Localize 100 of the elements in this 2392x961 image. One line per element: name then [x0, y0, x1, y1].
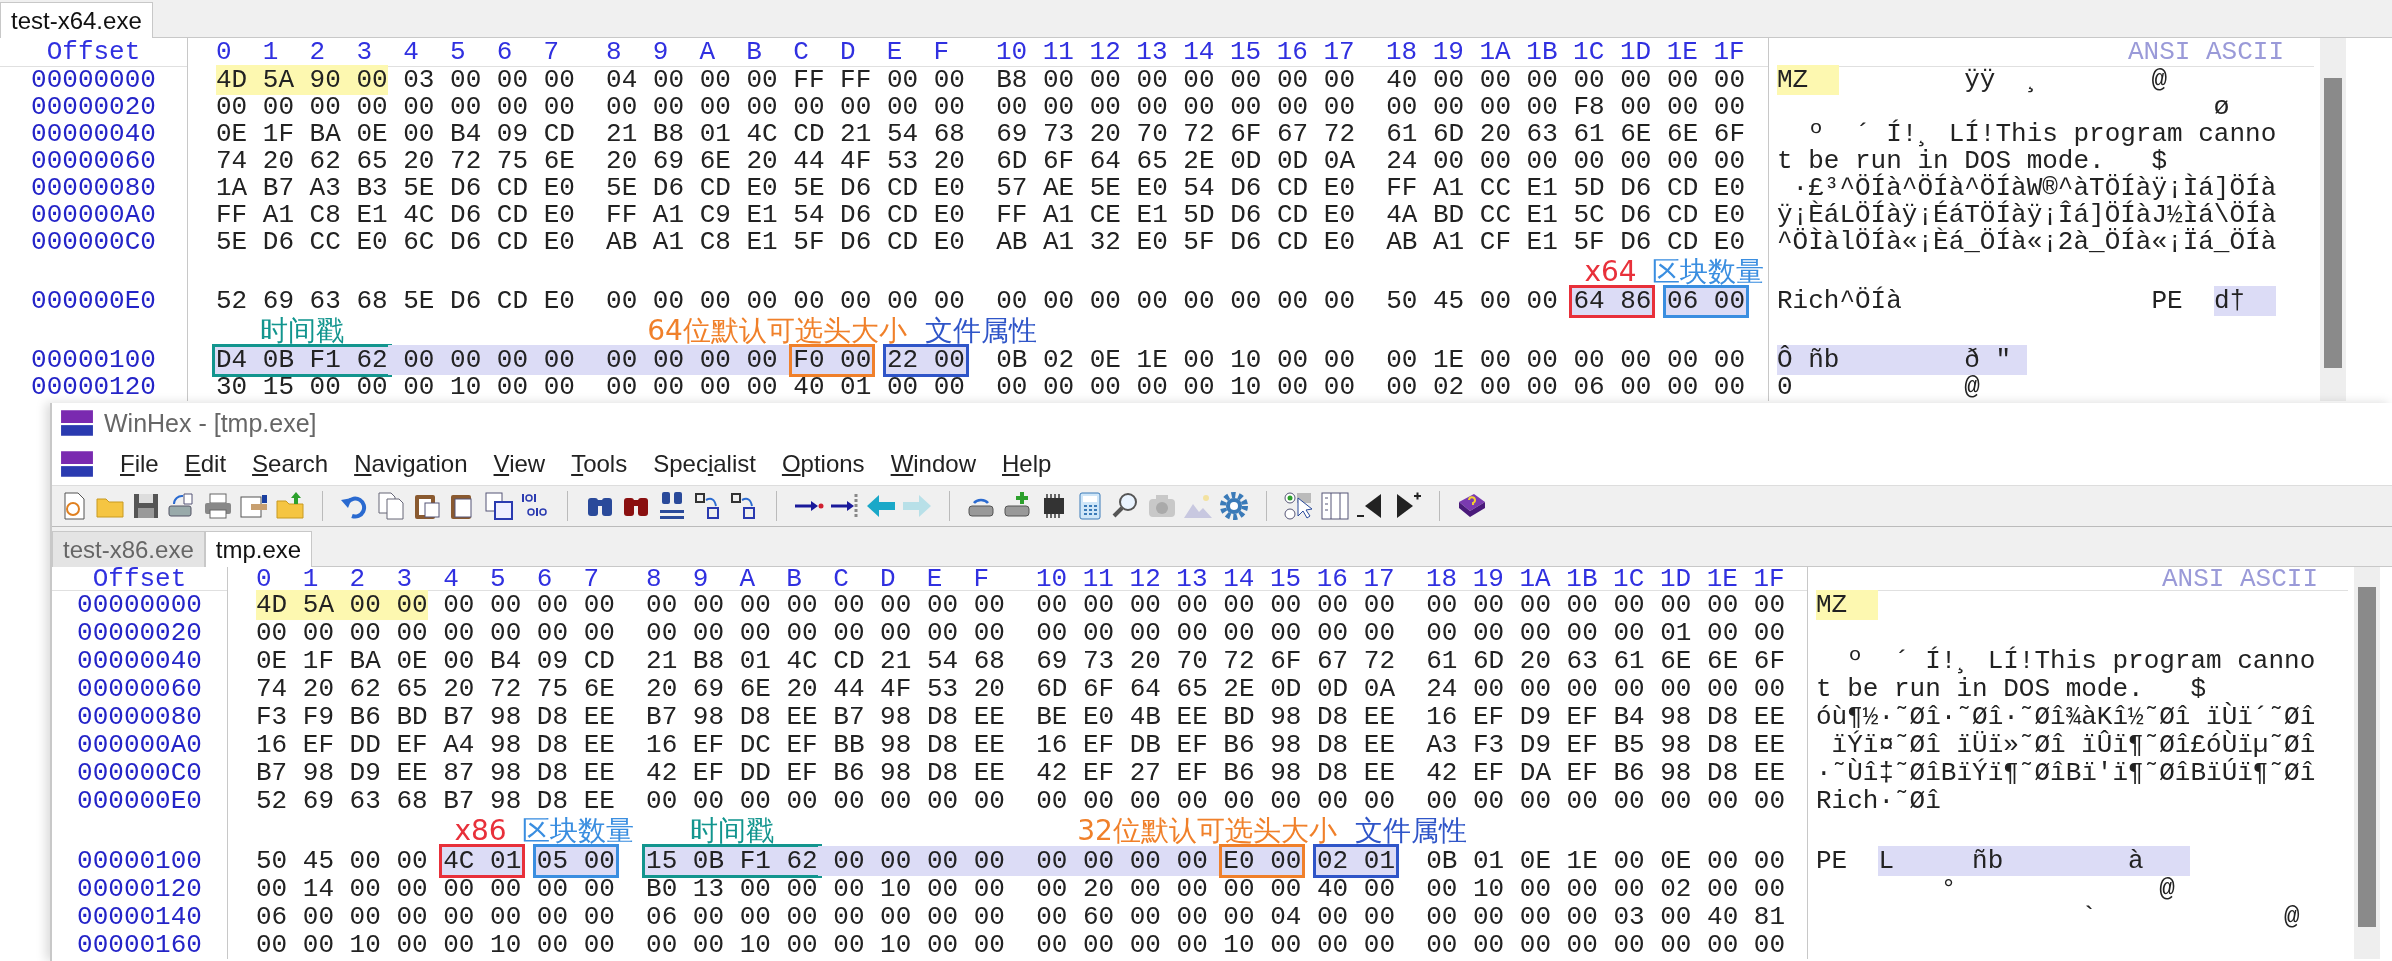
column-header: E	[926, 567, 944, 591]
file-tab[interactable]: tmp.exe	[204, 531, 313, 567]
column-header: 16	[1276, 38, 1309, 67]
menu-item[interactable]: Options	[781, 448, 865, 480]
hex-bytes: 1A B7 A3 B3 5E D6 CD E0 5E D6 CD E0 5E D6 CD E0 57 AE 5E E0 54 D6 CD E0 FF A1 CC E1 5D D6 CD E0	[216, 173, 1746, 203]
hex-bytes: FF A1 C8 E1 4C D6 CD E0 FF A1 C9 E1 54 D6 CD E0 FF A1 CE E1 5D D6 CD E0 4A BD CC E1 5C D6 CD E0	[216, 200, 1746, 230]
column-header: 0	[256, 567, 273, 591]
ascii-text: ^ÖÌàlÖÍà«¡Èá_ÖÍà«¡2à_ÖÍà«¡Ïá_ÖÍà	[1777, 227, 2277, 257]
file-tab[interactable]: test-x86.exe	[52, 531, 205, 567]
column-header: 1D	[1659, 567, 1693, 591]
column-header: 1E	[1706, 567, 1739, 591]
printer-icon[interactable]	[202, 490, 234, 522]
column-header: F	[933, 38, 951, 67]
column-header: 8	[605, 38, 623, 67]
highlighted-text: MZ	[1777, 65, 1840, 95]
settings-icon[interactable]	[1218, 490, 1250, 522]
highlighted-bytes: 4D 5A 90 00	[216, 65, 388, 95]
column-header: 9	[652, 38, 670, 67]
offset-label: 00000040	[77, 646, 202, 676]
scrollbar[interactable]	[2354, 567, 2380, 959]
menu-item[interactable]: File	[120, 448, 159, 480]
column-header: 5	[450, 38, 467, 67]
offset-label: 00000140	[77, 902, 202, 932]
column-header: 15	[1229, 38, 1263, 67]
column-header: 1F	[1713, 38, 1746, 67]
annotation-label: 时间戳	[688, 815, 775, 847]
column-header: 4	[443, 567, 460, 591]
hex-bytes: 0E 1F BA 0E 00 B4 09 CD 21 B8 01 4C CD 21 54 68 69 73 20 70 72 6F 67 72 61 6D 20 63 61 6E 6E 6F	[256, 646, 1786, 676]
menu-item[interactable]: Navigation	[354, 448, 468, 480]
column-header: 2	[309, 38, 327, 67]
column-header: C	[793, 38, 810, 67]
hex-bytes: 06 00 00 00 00 00 00 00 06 00 00 00 00 00 00 00 00 60 00 00 00 04 00 00 00 00 00 00 03 00 40 81	[256, 902, 1786, 932]
offset-label: 00000060	[31, 146, 156, 176]
column-header: 1F	[1753, 567, 1786, 591]
offset-label: 000000A0	[31, 200, 156, 230]
annotated-bytes: 4C 01	[439, 844, 526, 878]
column-header: 0	[216, 38, 233, 67]
column-header: 13	[1136, 38, 1169, 67]
annotated-bytes: E0 00	[1219, 844, 1306, 878]
column-header: 1B	[1526, 38, 1559, 67]
menu-item[interactable]: Specialist	[653, 448, 756, 480]
column-header: 3	[396, 567, 413, 591]
offset-label: 000000E0	[31, 286, 156, 316]
annotation-label: x86	[453, 815, 508, 847]
app-logo-icon	[60, 408, 94, 438]
scrollbar[interactable]	[2320, 38, 2346, 401]
annotation-label: 区块数量	[520, 815, 635, 847]
column-header: 16	[1316, 567, 1349, 591]
hex-bytes: 00 00 00 00 00 00 00 00 00 00 00 00 00 00 00 00 00 00 00 00 00 00 00 00 00 00 00 00 00 01 00 00	[256, 618, 1786, 648]
column-header: 10	[1035, 567, 1069, 591]
offset-label: 00000080	[31, 173, 156, 203]
menu-item[interactable]: Search	[252, 448, 329, 480]
offset-label: 00000120	[77, 874, 202, 904]
hex-bytes: 0B 02 0E 1E 00 10 00 00 00 1E 00 00 00 00 00 00	[996, 345, 1746, 375]
offset-label: 00000100	[31, 345, 156, 375]
menu-item[interactable]: View	[493, 448, 546, 480]
offset-label: 00000000	[31, 65, 156, 95]
annotated-bytes: 05 00	[532, 844, 619, 878]
offset-label: 00000040	[31, 119, 156, 149]
hex-bytes: 52 69 63 68 5E D6 CD E0 00 00 00 00 00 00 00 00 00 00 00 00 00 00 00 00 50 45 00 00	[216, 286, 1558, 316]
highlighted-text: d†	[2213, 286, 2277, 316]
menu-item[interactable]: Help	[1002, 448, 1052, 480]
column-header: 1E	[1666, 38, 1699, 67]
offset-label: 000000E0	[77, 786, 202, 816]
menu-item[interactable]: Edit	[184, 448, 227, 480]
radio-cursor-icon[interactable]	[1283, 490, 1315, 522]
page-frame-icon[interactable]	[483, 490, 515, 522]
highlighted-text: Ô ñb ð "	[1777, 345, 2027, 375]
menu-item[interactable]: Window	[890, 448, 976, 480]
offset-label: 00000060	[77, 674, 202, 704]
column-header: A	[739, 567, 757, 591]
annotation-label: x64	[1583, 256, 1638, 288]
column-header: 17	[1323, 38, 1356, 67]
menu-item[interactable]: Tools	[571, 448, 628, 480]
column-header: D	[879, 567, 897, 591]
hex-bytes: 16 EF DD EF A4 98 D8 EE 16 EF DC EF BB 98 D8 EE 16 EF DB EF B6 98 D8 EE A3 F3 D9 EF B5 98 D8 EE	[256, 730, 1786, 760]
annotated-bytes: 06 00	[1663, 285, 1750, 318]
annotated-bytes: F0 00	[789, 344, 876, 377]
hex-bytes: 5E D6 CC E0 6C D6 CD E0 AB A1 C8 E1 5F D6 CD E0 AB A1 32 E0 5F D6 CD E0 AB A1 CF E1 5F D6 CD E0	[216, 227, 1746, 257]
ascii-text: Rich·˜Øî	[1816, 786, 1941, 816]
column-header: 2	[349, 567, 367, 591]
column-header: 6	[496, 38, 514, 67]
hex-bytes: B7 98 D9 EE 87 98 D8 EE 42 EF DD EF B6 98 D8 EE 42 EF 27 EF B6 98 D8 EE 42 EF DA EF B6 98 D8 EE	[256, 758, 1786, 788]
annotation-label: 文件属性	[924, 315, 1038, 347]
column-header: 15	[1269, 567, 1303, 591]
column-header: 18	[1425, 567, 1459, 591]
hex-bytes: 50 45 00 00	[256, 846, 428, 876]
ascii-text: º ´ Í!¸ LÍ!This program canno	[1807, 119, 2277, 149]
file-tab[interactable]: test-x64.exe	[0, 2, 153, 38]
ascii-header: ANSI ASCII	[2127, 37, 2284, 67]
highlighted-bytes: 4D 5A 00 00	[256, 590, 428, 620]
column-header: 1C	[1573, 38, 1606, 67]
hex-bytes: F3 F9 B6 BD B7 98 D8 EE B7 98 D8 EE B7 98 D8 EE BE E0 4B EE BD 98 D8 EE 16 EF D9 EF B4 98 D8 EE	[256, 702, 1786, 732]
offset-label: 00000020	[77, 618, 202, 648]
column-header: 1	[302, 567, 320, 591]
column-header: 1A	[1479, 38, 1512, 67]
app-logo-icon	[60, 449, 94, 479]
offset-label: 00000100	[77, 846, 202, 876]
column-header: 18	[1385, 38, 1419, 67]
highlighted-text: MZ	[1816, 590, 1879, 620]
